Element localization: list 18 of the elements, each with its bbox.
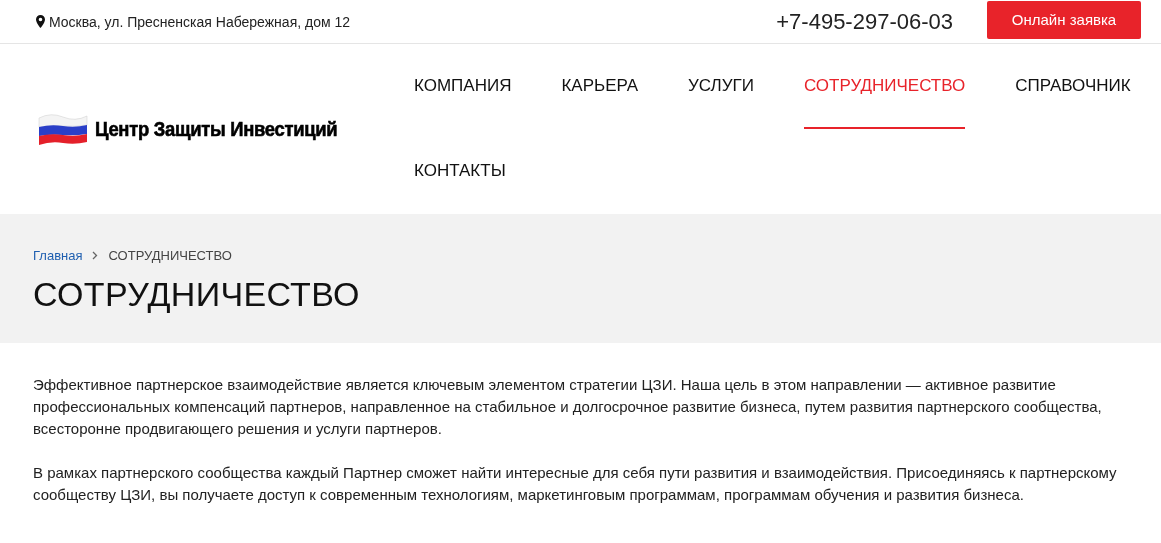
logo-text[interactable]: Центр Защиты Инвестиций [95, 117, 338, 141]
nav-link[interactable]: КОМПАНИЯ [414, 44, 512, 129]
nav-link[interactable]: УСЛУГИ [688, 44, 754, 129]
nav-link[interactable]: КОНТАКТЫ [414, 129, 506, 214]
breadcrumb-current: СОТРУДНИЧЕСТВО [108, 248, 232, 263]
nav-link[interactable]: СОТРУДНИЧЕСТВО [803, 44, 966, 129]
chevron-right-icon [92, 251, 99, 260]
body-paragraph: Эффективное партнерское взаимодействие является ключевым элементом стратегии ЦЗИ. Наша цель в этом направлении — активное развитие профессиональных компенсаций партнеров, направленное на стабильное и долгосрочное развитие бизнеса, путем развития партнерского сообщества, всесторонне продвигающего решения и услуги партнеров. [33, 375, 1103, 439]
location-pin-icon [36, 15, 45, 28]
breadcrumb-link[interactable]: Главная [33, 248, 83, 263]
address-text: Москва, ул. Пресненская Набережная, дом 12 [49, 13, 351, 30]
online-request-button[interactable]: Онлайн заявка [987, 0, 1141, 39]
nav-link[interactable]: СПРАВОЧНИК [1015, 44, 1131, 129]
flag-icon [37, 112, 89, 146]
page-title: СОТРУДНИЧЕСТВО [33, 275, 361, 314]
phone-number[interactable]: +7-495-297-06-03 [776, 8, 953, 35]
nav-link[interactable]: КАРЬЕРА [561, 44, 639, 129]
body-paragraph: В рамках партнерского сообщества каждый Партнер сможет найти интересные для себя пути развития и взаимодействия. Присоединяясь к партнерскому сообществу ЦЗИ, вы получаете доступ к современным технологиям, маркетинговым программам, программам обучения и развития бизнеса. [33, 463, 1118, 505]
